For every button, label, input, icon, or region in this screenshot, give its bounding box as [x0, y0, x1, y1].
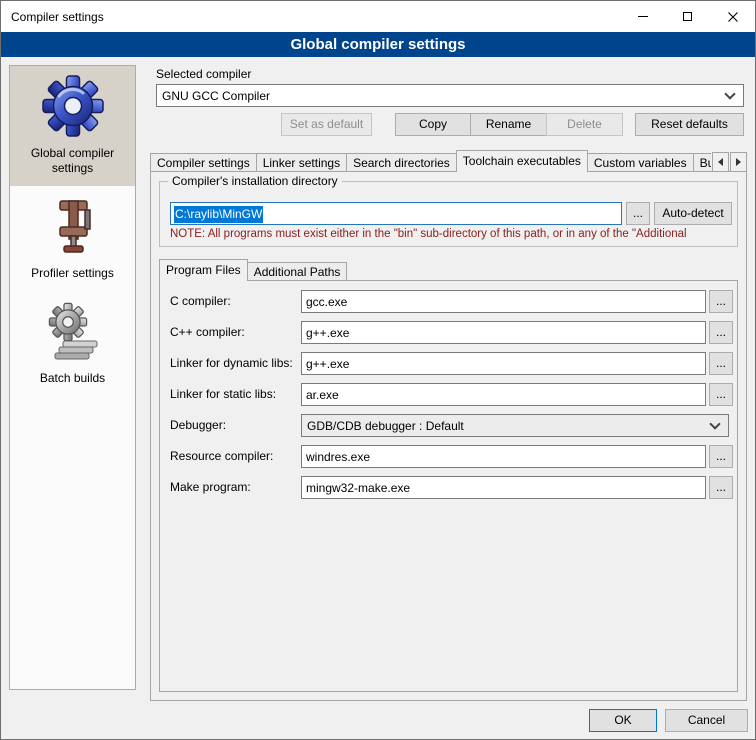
tab-bar: Compiler settings Linker settings Search…	[150, 150, 747, 172]
cpp-compiler-label: C++ compiler:	[170, 321, 245, 344]
tab-linker-settings[interactable]: Linker settings	[256, 153, 347, 172]
dialog-banner: Global compiler settings	[1, 32, 755, 57]
make-program-label: Make program:	[170, 476, 251, 499]
copy-button[interactable]: Copy	[395, 113, 471, 136]
rename-button[interactable]: Rename	[470, 113, 547, 136]
install-dir-group-label: Compiler's installation directory	[168, 174, 342, 188]
sidebar-item-profiler-settings[interactable]: Profiler settings	[10, 186, 135, 291]
resource-compiler-label: Resource compiler:	[170, 445, 273, 468]
tab-compiler-settings[interactable]: Compiler settings	[150, 153, 257, 172]
c-compiler-input[interactable]	[301, 290, 706, 313]
subtab-program-files[interactable]: Program Files	[159, 259, 248, 281]
c-compiler-label: C compiler:	[170, 290, 231, 313]
resource-compiler-input[interactable]	[301, 445, 706, 468]
form-row-dynamic-linker: Linker for dynamic libs: ...	[160, 352, 737, 375]
static-linker-browse-button[interactable]: ...	[709, 383, 733, 406]
dynamic-linker-browse-button[interactable]: ...	[709, 352, 733, 375]
form-row-cpp-compiler: C++ compiler: ...	[160, 321, 737, 344]
compiler-select[interactable]: GNU GCC Compiler	[156, 84, 744, 107]
sidebar-item-label: Profiler settings	[31, 266, 114, 281]
cpp-compiler-input[interactable]	[301, 321, 706, 344]
toolchain-panel: Compiler's installation directory C:\ray…	[150, 171, 747, 701]
cpp-compiler-browse-button[interactable]: ...	[709, 321, 733, 344]
dynamic-linker-input[interactable]	[301, 352, 706, 375]
arrow-left-icon	[718, 158, 723, 166]
static-linker-label: Linker for static libs:	[170, 383, 276, 406]
minimize-icon	[638, 16, 648, 17]
cancel-button[interactable]: Cancel	[665, 709, 748, 732]
tab-toolchain-executables[interactable]: Toolchain executables	[456, 150, 588, 172]
sidebar-item-label: Global compiler settings	[12, 146, 133, 176]
sidebar-item-batch-builds[interactable]: Batch builds	[10, 291, 135, 396]
form-row-debugger: Debugger: GDB/CDB debugger : Default	[160, 414, 737, 437]
subtab-additional-paths[interactable]: Additional Paths	[247, 262, 348, 281]
static-linker-input[interactable]	[301, 383, 706, 406]
debugger-select-value: GDB/CDB debugger : Default	[302, 419, 711, 433]
tab-custom-variables[interactable]: Custom variables	[587, 153, 694, 172]
minimize-button[interactable]	[620, 1, 665, 32]
form-row-resource-compiler: Resource compiler: ...	[160, 445, 737, 468]
sidebar-item-global-compiler-settings[interactable]: Global compiler settings	[10, 66, 135, 186]
install-dir-value: C:\raylib\MinGW	[174, 206, 263, 223]
banner-title: Global compiler settings	[290, 36, 465, 53]
tab-search-directories[interactable]: Search directories	[346, 153, 457, 172]
debugger-label: Debugger:	[170, 414, 226, 437]
tab-build-options[interactable]: Build options	[693, 153, 711, 172]
resource-compiler-browse-button[interactable]: ...	[709, 445, 733, 468]
titlebar: Compiler settings	[1, 1, 755, 32]
window-title: Compiler settings	[1, 10, 620, 24]
reset-defaults-button[interactable]: Reset defaults	[635, 113, 744, 136]
chevron-down-icon	[709, 418, 720, 429]
tabs-strip: Compiler settings Linker settings Search…	[150, 150, 711, 172]
maximize-button[interactable]	[665, 1, 710, 32]
close-button[interactable]	[710, 1, 755, 32]
auto-detect-button[interactable]: Auto-detect	[654, 202, 732, 225]
maximize-icon	[683, 12, 692, 21]
form-row-make-program: Make program: ...	[160, 476, 737, 499]
gear-blue-icon	[41, 74, 105, 138]
program-files-panel: C compiler: ... C++ compiler: ... Linker…	[159, 280, 738, 692]
install-dir-group: Compiler's installation directory C:\ray…	[159, 181, 738, 247]
profiler-clamp-icon	[41, 194, 105, 258]
install-dir-input[interactable]: C:\raylib\MinGW	[170, 202, 622, 225]
sidebar-item-label: Batch builds	[40, 371, 105, 386]
ok-button[interactable]: OK	[589, 709, 657, 732]
note-text: NOTE: All programs must exist either in …	[170, 228, 735, 240]
browse-dir-button[interactable]: ...	[626, 202, 650, 225]
debugger-select[interactable]: GDB/CDB debugger : Default	[301, 414, 729, 437]
chevron-down-icon	[724, 88, 735, 99]
tab-scroll-left-button[interactable]	[712, 152, 729, 172]
subtab-bar: Program Files Additional Paths	[159, 259, 738, 281]
dynamic-linker-label: Linker for dynamic libs:	[170, 352, 293, 375]
set-as-default-button[interactable]: Set as default	[281, 113, 372, 136]
tab-scroll-right-button[interactable]	[730, 152, 747, 172]
arrow-right-icon	[736, 158, 741, 166]
compiler-settings-window: Compiler settings Global compiler settin…	[0, 0, 756, 740]
make-program-browse-button[interactable]: ...	[709, 476, 733, 499]
compiler-select-value: GNU GCC Compiler	[157, 89, 726, 103]
sidebar: Global compiler settings Profiler settin…	[9, 65, 136, 690]
close-icon	[728, 12, 738, 22]
form-row-c-compiler: C compiler: ...	[160, 290, 737, 313]
delete-button[interactable]: Delete	[546, 113, 623, 136]
batch-builds-gear-icon	[41, 299, 105, 363]
form-row-static-linker: Linker for static libs: ...	[160, 383, 737, 406]
make-program-input[interactable]	[301, 476, 706, 499]
c-compiler-browse-button[interactable]: ...	[709, 290, 733, 313]
selected-compiler-label: Selected compiler	[156, 67, 251, 81]
